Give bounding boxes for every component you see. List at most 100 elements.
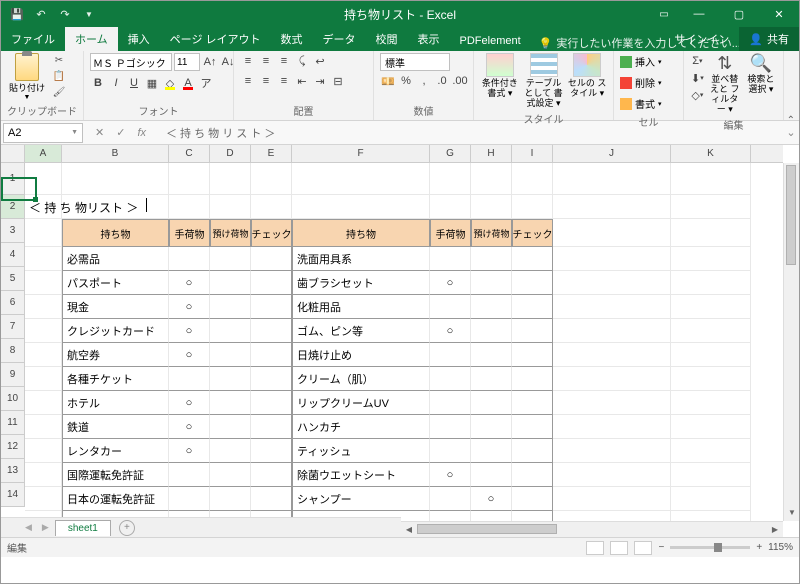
cell-C5[interactable]: ○: [169, 271, 210, 295]
vscroll-thumb[interactable]: [786, 165, 796, 265]
column-header-D[interactable]: D: [210, 145, 251, 162]
header-item-2[interactable]: 持ち物: [292, 219, 430, 247]
cell-I5[interactable]: [512, 271, 553, 295]
cell-B8[interactable]: 航空券: [62, 343, 169, 367]
cell-C1[interactable]: [169, 163, 210, 195]
cell-I1[interactable]: [512, 163, 553, 195]
decrease-indent-icon[interactable]: ⇤: [294, 73, 310, 89]
cell-A7[interactable]: [25, 319, 62, 343]
add-sheet-button[interactable]: +: [119, 520, 135, 536]
increase-indent-icon[interactable]: ⇥: [312, 73, 328, 89]
page-layout-view-icon[interactable]: [610, 541, 628, 555]
cell-F10[interactable]: リップクリームUV: [292, 391, 430, 415]
row-header-1[interactable]: 1: [1, 163, 25, 195]
row-header-8[interactable]: 8: [1, 339, 25, 363]
format-table-button[interactable]: テーブルとして 書式設定 ▾: [524, 53, 564, 109]
cell-D9[interactable]: [210, 367, 251, 391]
cell-K14[interactable]: [671, 487, 751, 511]
cell-I11[interactable]: [512, 415, 553, 439]
row-header-13[interactable]: 13: [1, 459, 25, 483]
paste-button[interactable]: 貼り付け ▼: [7, 53, 47, 101]
cell-B5[interactable]: パスポート: [62, 271, 169, 295]
insert-cells-button[interactable]: 挿入 ▾: [620, 53, 662, 70]
cell-B9[interactable]: 各種チケット: [62, 367, 169, 391]
cell-D2[interactable]: [210, 195, 251, 219]
italic-button[interactable]: I: [108, 75, 124, 91]
cell-E14[interactable]: [251, 487, 292, 511]
sheet-tab-1[interactable]: sheet1: [55, 520, 111, 536]
underline-button[interactable]: U: [126, 75, 142, 91]
cell-G10[interactable]: [430, 391, 471, 415]
cell-I10[interactable]: [512, 391, 553, 415]
row-header-10[interactable]: 10: [1, 387, 25, 411]
cell-J6[interactable]: [553, 295, 671, 319]
cell-H8[interactable]: [471, 343, 512, 367]
cell-K4[interactable]: [671, 247, 751, 271]
header-check-1[interactable]: 預け荷物: [210, 219, 251, 247]
cell-B4[interactable]: 必需品: [62, 247, 169, 271]
cell-A2-title[interactable]: ＜ 持 ち 物リスト ＞: [25, 195, 62, 219]
cell-A5[interactable]: [25, 271, 62, 295]
border-button[interactable]: ▦: [144, 75, 160, 91]
scroll-left-icon[interactable]: ◀: [401, 522, 417, 537]
horizontal-scrollbar[interactable]: ◀ ▶: [401, 521, 783, 537]
signin-link[interactable]: サインイン: [664, 31, 739, 47]
cell-D14[interactable]: [210, 487, 251, 511]
zoom-level[interactable]: 115%: [768, 542, 793, 553]
align-middle-icon[interactable]: ≡: [258, 53, 274, 69]
cell-G2[interactable]: [430, 195, 471, 219]
normal-view-icon[interactable]: [586, 541, 604, 555]
minimize-icon[interactable]: —: [679, 1, 719, 27]
cell-C10[interactable]: ○: [169, 391, 210, 415]
cell-E12[interactable]: [251, 439, 292, 463]
copy-icon[interactable]: 📋: [51, 69, 67, 83]
cell-C11[interactable]: ○: [169, 415, 210, 439]
find-select-button[interactable]: 🔍検索と 選択 ▾: [745, 53, 777, 95]
close-icon[interactable]: ✕: [759, 1, 799, 27]
tab-insert[interactable]: 挿入: [118, 27, 160, 51]
cell-K7[interactable]: [671, 319, 751, 343]
cancel-formula-icon[interactable]: ✕: [91, 126, 108, 139]
row-header-2[interactable]: 2: [1, 195, 25, 219]
cell-B14[interactable]: 日本の運転免許証: [62, 487, 169, 511]
tab-data[interactable]: データ: [313, 27, 366, 51]
cell-C14[interactable]: [169, 487, 210, 511]
column-header-E[interactable]: E: [251, 145, 292, 162]
cell-K11[interactable]: [671, 415, 751, 439]
cell-G14[interactable]: [430, 487, 471, 511]
cell-K6[interactable]: [671, 295, 751, 319]
cell-E9[interactable]: [251, 367, 292, 391]
cell-A9[interactable]: [25, 367, 62, 391]
row-header-5[interactable]: 5: [1, 267, 25, 291]
cell-J14[interactable]: [553, 487, 671, 511]
align-bottom-icon[interactable]: ≡: [276, 53, 292, 69]
cell-J4[interactable]: [553, 247, 671, 271]
cell-K8[interactable]: [671, 343, 751, 367]
phonetic-button[interactable]: ア: [198, 75, 214, 91]
namebox-dropdown-icon[interactable]: ▼: [71, 129, 78, 136]
cell-D5[interactable]: [210, 271, 251, 295]
cell-C13[interactable]: [169, 463, 210, 487]
cell-E7[interactable]: [251, 319, 292, 343]
cell-G12[interactable]: [430, 439, 471, 463]
enter-formula-icon[interactable]: ✓: [112, 126, 129, 139]
cell-K2[interactable]: [671, 195, 751, 219]
cell-J9[interactable]: [553, 367, 671, 391]
column-header-J[interactable]: J: [553, 145, 671, 162]
sheet-nav-prev-icon[interactable]: ◀: [21, 522, 36, 533]
cell-E5[interactable]: [251, 271, 292, 295]
cell-G1[interactable]: [430, 163, 471, 195]
cell-A1[interactable]: [25, 163, 62, 195]
cell-F5[interactable]: 歯ブラシセット: [292, 271, 430, 295]
sort-filter-button[interactable]: ⇅並べ替えと フィルター ▾: [709, 53, 741, 115]
hscroll-thumb[interactable]: [417, 524, 557, 534]
header-done-1[interactable]: チェック: [251, 219, 292, 247]
fill-color-button[interactable]: ◇: [162, 75, 178, 91]
cell-I2[interactable]: [512, 195, 553, 219]
increase-font-icon[interactable]: A↑: [202, 54, 218, 70]
percent-icon[interactable]: %: [398, 73, 414, 89]
cell-H9[interactable]: [471, 367, 512, 391]
cell-J1[interactable]: [553, 163, 671, 195]
column-header-F[interactable]: F: [292, 145, 430, 162]
cell-E10[interactable]: [251, 391, 292, 415]
